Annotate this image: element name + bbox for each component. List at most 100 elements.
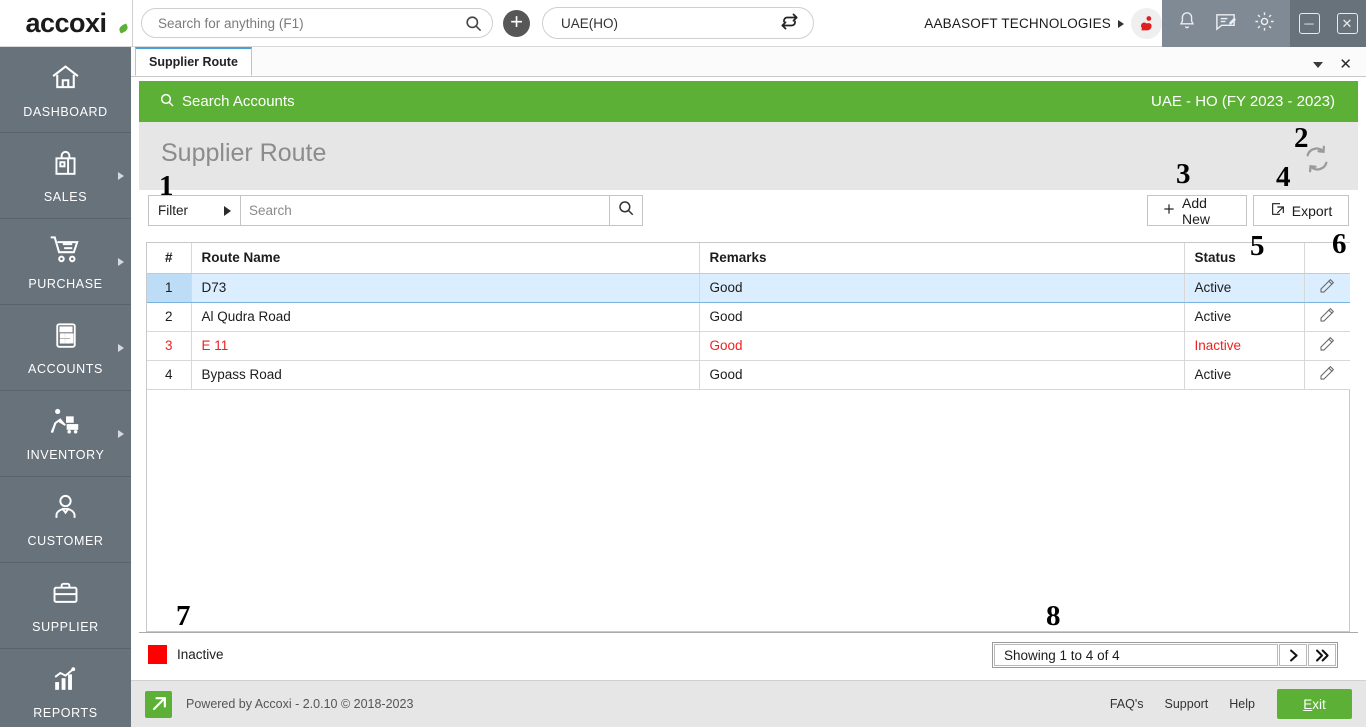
edit-row-button[interactable] xyxy=(1304,273,1350,303)
col-header-remarks[interactable]: Remarks xyxy=(699,243,1185,274)
search-icon[interactable] xyxy=(460,10,486,36)
system-icons xyxy=(1162,0,1290,47)
search-accounts-button[interactable]: Search Accounts xyxy=(159,92,295,112)
col-header-route-name[interactable]: Route Name xyxy=(191,243,700,274)
footer-link-help[interactable]: Help xyxy=(1229,697,1255,711)
branch-selector[interactable]: UAE(HO) xyxy=(542,7,814,39)
cell-status: Active xyxy=(1184,302,1305,332)
table-row[interactable]: 1 D73 Good Active xyxy=(147,273,1350,303)
page-title: Supplier Route xyxy=(161,139,327,167)
cell-index: 3 xyxy=(147,331,192,361)
footer-link-support[interactable]: Support xyxy=(1165,697,1209,711)
fiscal-context-label: UAE - HO (FY 2023 - 2023) xyxy=(1151,93,1335,110)
accoxi-arrow-icon xyxy=(145,690,172,718)
cell-route-name: Al Qudra Road xyxy=(191,302,700,332)
table-header-row: # Route Name Remarks Status xyxy=(147,243,1350,274)
status-legend: Inactive xyxy=(148,645,224,664)
person-icon xyxy=(50,492,81,528)
sidebar-item-purchase[interactable]: PURCHASE xyxy=(0,219,131,305)
search-submit-button[interactable] xyxy=(609,196,642,225)
pencil-edit-icon xyxy=(1318,337,1336,356)
add-new-button[interactable]: Add New xyxy=(1147,195,1247,227)
gear-icon[interactable] xyxy=(1253,10,1276,38)
app-logo-text: accoxi xyxy=(25,7,107,38)
edit-row-button[interactable] xyxy=(1304,360,1350,390)
sidebar-item-label: SALES xyxy=(43,189,88,204)
tab-supplier-route[interactable]: Supplier Route xyxy=(135,47,252,76)
cell-index: 1 xyxy=(147,273,192,303)
export-button[interactable]: Export xyxy=(1253,195,1349,226)
annotation-number: 1 xyxy=(159,170,174,202)
message-edit-icon[interactable] xyxy=(1214,10,1237,38)
supplier-route-table: # Route Name Remarks Status 1 D73 Good Acti… xyxy=(147,243,1350,390)
table-row[interactable]: 3E 11 Good Inactive xyxy=(147,331,1350,361)
table-row[interactable]: 2 Al Qudra Road Good Active xyxy=(147,302,1350,332)
search-icon xyxy=(159,92,175,112)
plus-circle-icon[interactable]: + xyxy=(503,9,530,37)
search-field-wrapper[interactable] xyxy=(240,196,609,225)
chevron-down-icon[interactable] xyxy=(1313,61,1324,68)
pagination-summary: Showing 1 to 4 of 4 xyxy=(994,644,1278,666)
next-page-button[interactable] xyxy=(1279,644,1307,666)
inactive-legend-label: Inactive xyxy=(177,647,224,662)
sidebar-item-supplier[interactable]: SUPPLIER xyxy=(0,563,131,649)
cell-remarks: Good xyxy=(699,331,1185,361)
exit-label-suffix: xit xyxy=(1312,696,1326,712)
search-input[interactable] xyxy=(249,203,609,218)
annotation-number: 6 xyxy=(1332,228,1347,260)
annotation-number: 4 xyxy=(1276,161,1291,193)
sidebar-item-dashboard[interactable]: DASHBOARD xyxy=(0,47,131,133)
pencil-edit-icon xyxy=(1318,279,1336,298)
col-header-index[interactable]: # xyxy=(147,243,192,274)
switch-branch-icon[interactable] xyxy=(780,12,799,34)
global-search[interactable] xyxy=(141,8,493,38)
cell-remarks: Good xyxy=(699,360,1185,390)
tab-strip-controls: ✕ xyxy=(1313,57,1366,76)
last-page-button[interactable] xyxy=(1308,644,1336,666)
bell-icon[interactable] xyxy=(1176,10,1198,37)
green-context-bar: Search Accounts UAE - HO (FY 2023 - 2023… xyxy=(139,81,1358,122)
footer-link-faqs[interactable]: FAQ's xyxy=(1110,697,1144,711)
sidebar-item-sales[interactable]: SALES xyxy=(0,133,131,219)
exit-label-prefix: E xyxy=(1303,696,1313,712)
global-search-input[interactable] xyxy=(158,15,460,31)
briefcase-icon xyxy=(50,578,81,614)
cell-remarks: Good xyxy=(699,302,1185,332)
cell-route-name: E 11 xyxy=(191,331,700,361)
sidebar-item-accounts[interactable]: ACCOUNTS xyxy=(0,305,131,391)
close-button[interactable]: ✕ xyxy=(1336,13,1358,34)
powered-by-label: Powered by Accoxi - 2.0.10 © 2018-2023 xyxy=(186,697,414,711)
annotation-number: 8 xyxy=(1046,600,1061,632)
export-icon xyxy=(1270,201,1286,220)
minimize-button[interactable]: ─ xyxy=(1298,13,1320,34)
caret-right-icon xyxy=(224,205,231,216)
edit-row-button[interactable] xyxy=(1304,331,1350,361)
home-icon xyxy=(49,61,82,99)
window-controls: ─ ✕ xyxy=(1290,0,1366,47)
pencil-edit-icon xyxy=(1318,308,1336,327)
shopping-bag-icon xyxy=(50,148,81,184)
edit-row-button[interactable] xyxy=(1304,302,1350,332)
table-head: # Route Name Remarks Status xyxy=(147,243,1350,274)
shopping-cart-icon xyxy=(48,233,83,271)
cell-index: 4 xyxy=(147,360,192,390)
close-icon[interactable]: ✕ xyxy=(1339,57,1352,72)
sidebar-item-reports[interactable]: REPORTS xyxy=(0,649,131,727)
annotation-number: 2 xyxy=(1294,122,1309,154)
sidebar-item-inventory[interactable]: INVENTORY xyxy=(0,391,131,477)
inactive-color-swatch xyxy=(148,645,167,664)
sidebar-item-label: ACCOUNTS xyxy=(28,361,103,376)
user-avatar-icon[interactable] xyxy=(1131,8,1162,39)
caret-right-icon xyxy=(1118,19,1124,28)
cell-status: Active xyxy=(1184,273,1305,303)
exit-button[interactable]: Exit xyxy=(1277,689,1352,719)
tab-strip: Supplier Route ✕ xyxy=(131,47,1366,77)
warehouse-worker-icon xyxy=(48,406,84,442)
sidebar-item-customer[interactable]: CUSTOMER xyxy=(0,477,131,563)
col-header-status[interactable]: Status xyxy=(1184,243,1305,274)
cell-route-name: D73 xyxy=(191,273,700,303)
table-row[interactable]: 4 Bypass Road Good Active xyxy=(147,360,1350,390)
filter-label: Filter xyxy=(158,203,188,218)
company-menu[interactable]: AABASOFT TECHNOLOGIES xyxy=(924,0,1162,47)
pagination-control: Showing 1 to 4 of 4 xyxy=(992,642,1338,668)
